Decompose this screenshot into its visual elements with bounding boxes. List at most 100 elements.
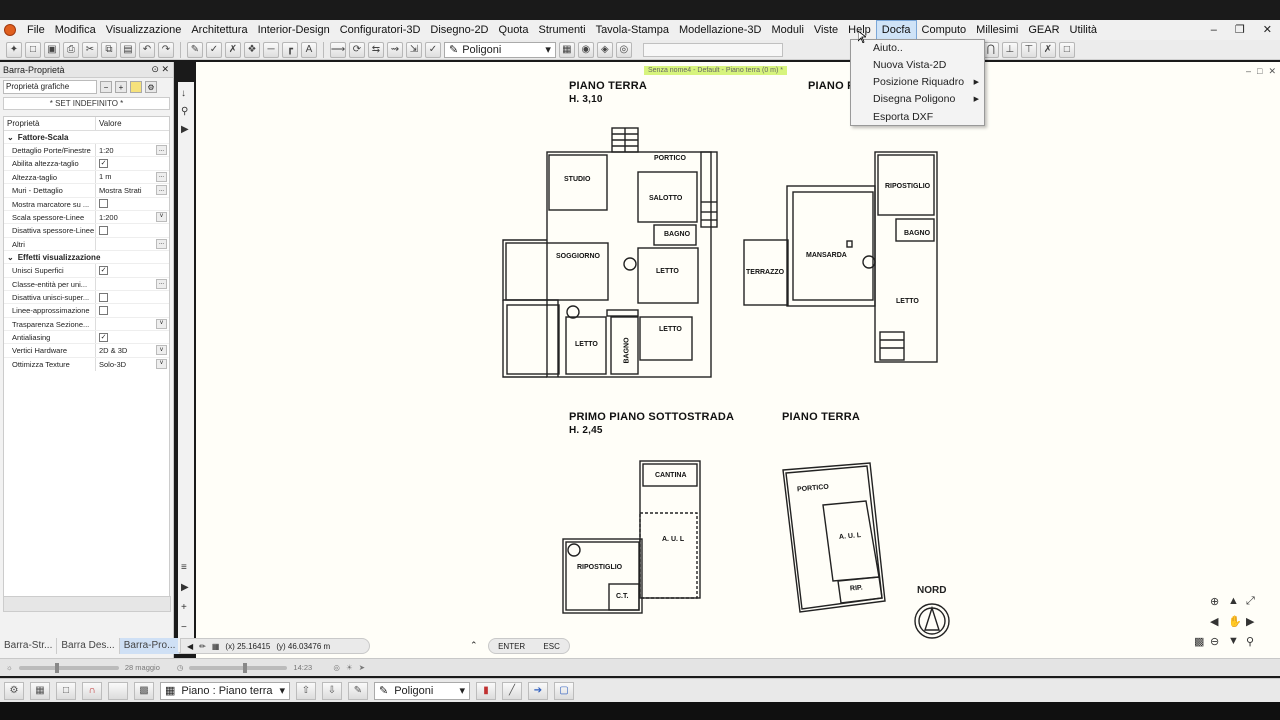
tab-barra-design[interactable]: Barra Des... bbox=[57, 638, 120, 654]
menu-visualizzazione[interactable]: Visualizzazione bbox=[101, 20, 187, 40]
menu-interior-design[interactable]: Interior-Design bbox=[253, 20, 335, 40]
checkbox-unchecked[interactable] bbox=[99, 292, 108, 302]
property-row[interactable]: Scala spessore-Linee 1:200 v bbox=[4, 210, 169, 225]
enter-button[interactable]: ENTER bbox=[498, 642, 525, 651]
sun-icon[interactable]: ☼ bbox=[6, 663, 13, 672]
property-row[interactable]: Vertici Hardware 2D & 3D v bbox=[4, 344, 169, 358]
list-icon[interactable]: ≡ bbox=[181, 562, 187, 573]
property-row[interactable]: Ottimizza Texture Solo-3D v bbox=[4, 357, 169, 372]
mirror-icon[interactable]: ⇆ bbox=[368, 41, 384, 58]
checkbox-unchecked[interactable] bbox=[99, 305, 108, 315]
floor-up-icon[interactable]: ⇧ bbox=[296, 681, 316, 700]
menu-millesimi[interactable]: Millesimi bbox=[971, 20, 1023, 40]
corner-icon[interactable]: ┏ bbox=[282, 41, 298, 58]
menu-item-aiuto[interactable]: Aiuto.. bbox=[873, 42, 903, 54]
menu-item-nuova-vista-2d[interactable]: Nuova Vista-2D bbox=[873, 59, 946, 71]
ellipsis-button[interactable]: ... bbox=[156, 145, 167, 155]
checkbox-unchecked[interactable] bbox=[99, 199, 108, 209]
pin-icon[interactable]: ⊙ ✕ bbox=[151, 64, 169, 75]
menu-quota[interactable]: Quota bbox=[494, 20, 534, 40]
group-fattore-scala[interactable]: ⌄ Fattore-Scala bbox=[4, 131, 169, 144]
pan-left-icon[interactable]: ◀ bbox=[1210, 615, 1218, 628]
frame-icon[interactable]: □ bbox=[56, 681, 76, 700]
command-input[interactable] bbox=[642, 42, 783, 57]
menu-moduli[interactable]: Moduli bbox=[766, 20, 808, 40]
menu-modifica[interactable]: Modifica bbox=[50, 20, 101, 40]
pan-down-icon[interactable]: ▼ bbox=[1228, 635, 1239, 647]
paint-icon[interactable]: ✎ bbox=[187, 41, 203, 58]
menu-modellazione-3d[interactable]: Modellazione-3D bbox=[674, 20, 767, 40]
extend-icon[interactable]: ⊤ bbox=[1020, 41, 1037, 58]
property-row[interactable]: Disattiva unisci-super... bbox=[4, 290, 169, 305]
menu-tavola-stampa[interactable]: Tavola-Stampa bbox=[591, 20, 674, 40]
close-icon[interactable]: ✕ bbox=[1263, 20, 1272, 40]
property-row[interactable]: Altezza-taglio 1 m ... bbox=[4, 170, 169, 185]
property-row[interactable]: Trasparenza Sezione... v bbox=[4, 317, 169, 332]
menu-item-esporta-dxf[interactable]: Esporta DXF bbox=[873, 111, 933, 123]
collapse-up-icon[interactable]: ⌃ bbox=[470, 640, 478, 651]
menu-strumenti[interactable]: Strumenti bbox=[533, 20, 590, 40]
chevron-down-icon[interactable]: v bbox=[156, 345, 167, 356]
pan-up-icon[interactable]: ▲ bbox=[1228, 595, 1239, 607]
floor-down-icon[interactable]: ⇩ bbox=[322, 681, 342, 700]
play-icon[interactable]: ▶ bbox=[181, 124, 189, 135]
ellipsis-button[interactable]: ... bbox=[156, 185, 167, 196]
menu-disegno-2d[interactable]: Disegno-2D bbox=[425, 20, 493, 40]
menu-gear[interactable]: GEAR bbox=[1023, 20, 1064, 40]
menu-architettura[interactable]: Architettura bbox=[186, 20, 252, 40]
globe-icon[interactable]: ◎ bbox=[333, 663, 340, 672]
delete-icon[interactable]: ✗ bbox=[225, 41, 241, 58]
property-row[interactable]: Dettaglio Porte/Finestre 1:20 ... bbox=[4, 144, 169, 158]
chevron-down-icon[interactable]: v bbox=[156, 358, 167, 369]
property-row[interactable]: Linee-approssimazione bbox=[4, 304, 169, 318]
copy-icon[interactable]: ⧉ bbox=[101, 41, 117, 58]
cut-icon[interactable]: ✂ bbox=[82, 41, 98, 58]
rotate-icon[interactable]: ⟳ bbox=[349, 41, 365, 58]
polygon-type-select[interactable]: ✎ Poligoni ▾ bbox=[444, 41, 556, 58]
zoom-in-icon[interactable]: ⊕ bbox=[1210, 595, 1219, 608]
back-arrow-icon[interactable]: ◀ bbox=[187, 642, 193, 651]
settings-icon[interactable]: ⚙ bbox=[4, 681, 24, 700]
offset-icon[interactable]: ⇝ bbox=[387, 41, 403, 58]
menu-computo[interactable]: Computo bbox=[917, 20, 972, 40]
ellipsis-button[interactable]: ... bbox=[156, 171, 167, 182]
polygon-mode-select[interactable]: ✎ Poligoni ▾ bbox=[374, 681, 470, 700]
eyedropper-icon[interactable]: ✓ bbox=[206, 41, 222, 58]
restore-icon[interactable]: ❐ bbox=[1235, 20, 1245, 40]
play-icon[interactable]: ▶ bbox=[181, 582, 189, 593]
app-logo-icon[interactable] bbox=[4, 24, 16, 36]
plus-icon[interactable]: + bbox=[181, 602, 187, 613]
globe-icon[interactable]: ◎ bbox=[615, 41, 632, 58]
move-icon[interactable]: ⟶ bbox=[330, 41, 346, 58]
print-icon[interactable]: ⎙ bbox=[63, 41, 79, 58]
magnet-icon[interactable]: ∩ bbox=[82, 681, 102, 700]
floor-select[interactable]: ▦ Piano : Piano terra ▾ bbox=[160, 681, 290, 700]
snap-icon[interactable]: ✓ bbox=[425, 41, 441, 58]
menu-item-posizione-riquadro[interactable]: Posizione Riquadro bbox=[873, 76, 964, 88]
esc-button[interactable]: ESC bbox=[543, 642, 559, 651]
property-category-select[interactable]: Proprietà grafiche bbox=[3, 80, 97, 94]
close-icon[interactable]: ✕ bbox=[1268, 66, 1276, 77]
rectangle-icon[interactable]: ▢ bbox=[554, 681, 574, 700]
snap-icon[interactable]: ✏ bbox=[199, 642, 206, 651]
split-icon[interactable]: ⊥ bbox=[1001, 41, 1018, 58]
menu-configuratori-3d[interactable]: Configuratori-3D bbox=[335, 20, 426, 40]
material-icon[interactable]: ◉ bbox=[577, 41, 594, 58]
draw-line-icon[interactable]: ╱ bbox=[502, 681, 522, 700]
hand-pan-icon[interactable]: ✋ bbox=[1228, 615, 1242, 628]
checkbox-checked[interactable]: ✓ bbox=[99, 159, 108, 169]
fit-view-icon[interactable]: ⤢ bbox=[1246, 595, 1255, 608]
grid-icon[interactable]: ▦ bbox=[30, 681, 50, 700]
minus-icon[interactable]: − bbox=[181, 622, 187, 633]
expand-icon[interactable]: + bbox=[115, 81, 127, 93]
collapse-group-icon[interactable]: ⌄ bbox=[7, 131, 14, 143]
grid-icon[interactable]: ▦ bbox=[212, 642, 220, 651]
slider-knob[interactable] bbox=[54, 662, 59, 673]
collapse-icon[interactable]: − bbox=[100, 81, 112, 93]
join-icon[interactable]: ⋂ bbox=[982, 41, 999, 58]
clock-icon[interactable]: ◷ bbox=[177, 663, 184, 672]
ellipsis-button[interactable]: ... bbox=[156, 278, 167, 289]
line-icon[interactable]: ─ bbox=[263, 41, 279, 58]
trim-icon[interactable]: ❖ bbox=[244, 41, 260, 58]
save-icon[interactable]: ▣ bbox=[44, 41, 60, 58]
